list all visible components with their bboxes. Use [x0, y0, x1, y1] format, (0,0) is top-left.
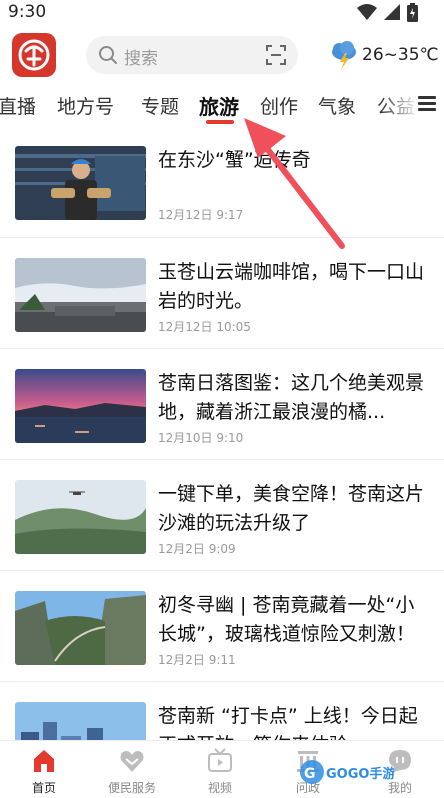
article-date: 12月2日 9:11	[158, 653, 236, 667]
status-bar: 9:30	[0, 0, 444, 26]
watermark-logo-icon: G GOGO手游网	[300, 760, 394, 784]
article-thumbnail	[15, 146, 146, 220]
article-thumbnail	[15, 591, 146, 665]
article-title: 初冬寻幽 | 苍南竟藏着一处“小长城”，玻璃栈道惊险又刺激！	[158, 594, 415, 645]
wifi-icon	[357, 4, 377, 20]
article-date: 12月12日 9:17	[158, 208, 244, 222]
list-item[interactable]: 苍南日落图鉴：这几个绝美观景地，藏着浙江最浪漫的橘... 12月10日 9:10	[0, 350, 444, 460]
status-time: 9:30	[8, 2, 47, 22]
svg-text:G: G	[304, 766, 316, 782]
article-date: 12月2日 9:09	[158, 542, 236, 556]
nav-video-label: 视频	[207, 781, 232, 795]
tv-icon	[208, 748, 232, 772]
signal-icon	[384, 4, 400, 20]
article-title: 在东沙“蟹”逅传奇	[158, 149, 311, 171]
tab-weather[interactable]: 气象	[318, 92, 356, 119]
menu-icon[interactable]	[418, 96, 436, 112]
list-item[interactable]: 一键下单，美食空降！苍南这片沙滩的玩法升级了 12月2日 9:09	[0, 461, 444, 571]
article-date: 12月10日 9:10	[158, 431, 244, 445]
list-item[interactable]: 玉苍山云端咖啡馆，喝下一口山岩的时光。 12月12日 10:05	[0, 239, 444, 349]
tab-creation[interactable]: 创作	[260, 92, 298, 119]
category-tabs: 直播 地方号 专题 旅游 创作 气象 公益	[0, 84, 444, 128]
article-thumbnail	[15, 258, 146, 332]
search-bar[interactable]: 搜索	[86, 36, 298, 74]
battery-icon	[407, 2, 418, 22]
tab-fade	[380, 84, 420, 128]
active-tab-indicator	[206, 120, 234, 124]
weather-temperature: 26~35℃	[362, 45, 439, 65]
nav-home-label: 首页	[31, 781, 56, 795]
tab-travel[interactable]: 旅游	[199, 91, 239, 120]
nav-video[interactable]: 视频	[176, 741, 264, 798]
status-icons	[357, 2, 418, 22]
weather-widget[interactable]: 26~35℃	[328, 38, 439, 72]
tab-local-accounts[interactable]: 地方号	[57, 92, 114, 119]
svg-text:GOGO手游网: GOGO手游网	[326, 766, 394, 782]
article-date: 12月12日 10:05	[158, 320, 251, 334]
article-title: 玉苍山云端咖啡馆，喝下一口山岩的时光。	[158, 261, 425, 312]
article-thumbnail	[15, 369, 146, 443]
home-icon	[34, 750, 54, 772]
article-thumbnail	[15, 480, 146, 554]
search-icon	[99, 46, 117, 64]
heart-icon	[120, 751, 144, 772]
app-logo-icon[interactable]	[12, 33, 56, 77]
article-title: 苍南日落图鉴：这几个绝美观景地，藏着浙江最浪漫的橘...	[158, 372, 425, 423]
watermark: G GOGO手游网	[298, 752, 394, 792]
tab-topics[interactable]: 专题	[141, 92, 179, 119]
article-title: 一键下单，美食空降！苍南这片沙滩的玩法升级了	[158, 483, 425, 534]
list-item[interactable]: 在东沙“蟹”逅传奇 12月12日 9:17	[0, 128, 444, 238]
weather-storm-icon	[332, 41, 356, 70]
tab-live[interactable]: 直播	[0, 92, 36, 119]
search-placeholder: 搜索	[124, 49, 158, 69]
list-item[interactable]: 初冬寻幽 | 苍南竟藏着一处“小长城”，玻璃栈道惊险又刺激！ 12月2日 9:1…	[0, 572, 444, 682]
header: 搜索 26~35℃	[0, 28, 444, 82]
nav-home[interactable]: 首页	[0, 741, 88, 798]
nav-services-label: 便民服务	[107, 781, 156, 795]
scan-icon[interactable]	[266, 45, 286, 65]
nav-services[interactable]: 便民服务	[88, 741, 176, 798]
